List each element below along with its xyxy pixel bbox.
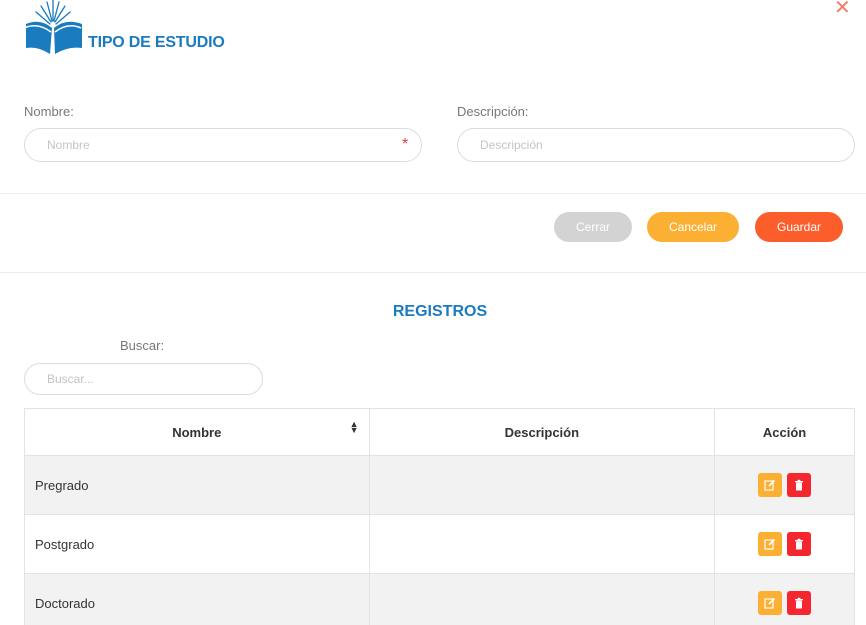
column-header-label: Descripción — [504, 424, 580, 440]
records-table: Nombre ▲ ▼ Descripción Acción Pregrado P… — [24, 408, 855, 625]
cerrar-button[interactable]: Cerrar — [554, 212, 632, 242]
column-header-descripcion: Descripción — [368, 408, 716, 456]
edit-icon — [764, 597, 775, 609]
column-header-accion: Acción — [714, 408, 855, 456]
cell-accion — [714, 573, 855, 625]
cell-descripcion — [368, 455, 716, 515]
page-title: TIPO DE ESTUDIO — [88, 34, 225, 51]
table-row: Doctorado — [24, 573, 855, 625]
cell-accion — [714, 455, 855, 515]
delete-button[interactable] — [787, 473, 812, 497]
cancelar-button[interactable]: Cancelar — [647, 212, 739, 242]
descripcion-input[interactable] — [457, 128, 855, 162]
search-input[interactable] — [24, 363, 263, 395]
column-header-label: Acción — [762, 424, 807, 440]
table-row: Postgrado — [24, 514, 855, 574]
guardar-button[interactable]: Guardar — [755, 212, 843, 242]
sort-icon[interactable]: ▲ ▼ — [350, 420, 359, 435]
search-label: Buscar: — [120, 338, 165, 353]
nombre-input[interactable] — [24, 128, 422, 162]
nombre-label: Nombre: — [24, 104, 74, 119]
trash-icon — [795, 597, 804, 609]
cell-nombre: Postgrado — [24, 514, 370, 574]
section-title: REGISTROS — [392, 303, 488, 320]
close-icon[interactable]: ✕ — [834, 0, 851, 18]
delete-button[interactable] — [787, 532, 812, 556]
table-header-row: Nombre ▲ ▼ Descripción Acción — [24, 408, 855, 456]
open-book-sun-icon — [23, 0, 82, 54]
cell-accion — [714, 514, 855, 574]
descripcion-label: Descripción: — [457, 104, 529, 119]
required-asterisk: * — [402, 136, 409, 153]
column-header-nombre[interactable]: Nombre ▲ ▼ — [24, 408, 370, 456]
cell-nombre: Pregrado — [24, 455, 370, 515]
cell-descripcion — [368, 514, 716, 574]
table-row: Pregrado — [24, 455, 855, 515]
edit-button[interactable] — [757, 591, 782, 615]
column-header-label: Nombre — [172, 424, 222, 440]
edit-button[interactable] — [757, 473, 782, 497]
trash-icon — [795, 479, 804, 491]
edit-icon — [764, 538, 775, 550]
divider — [0, 272, 866, 273]
edit-button[interactable] — [757, 532, 782, 556]
edit-icon — [764, 479, 775, 491]
cell-nombre: Doctorado — [24, 573, 370, 625]
cell-descripcion — [368, 573, 716, 625]
trash-icon — [795, 538, 804, 550]
delete-button[interactable] — [787, 591, 812, 615]
divider — [0, 193, 866, 194]
